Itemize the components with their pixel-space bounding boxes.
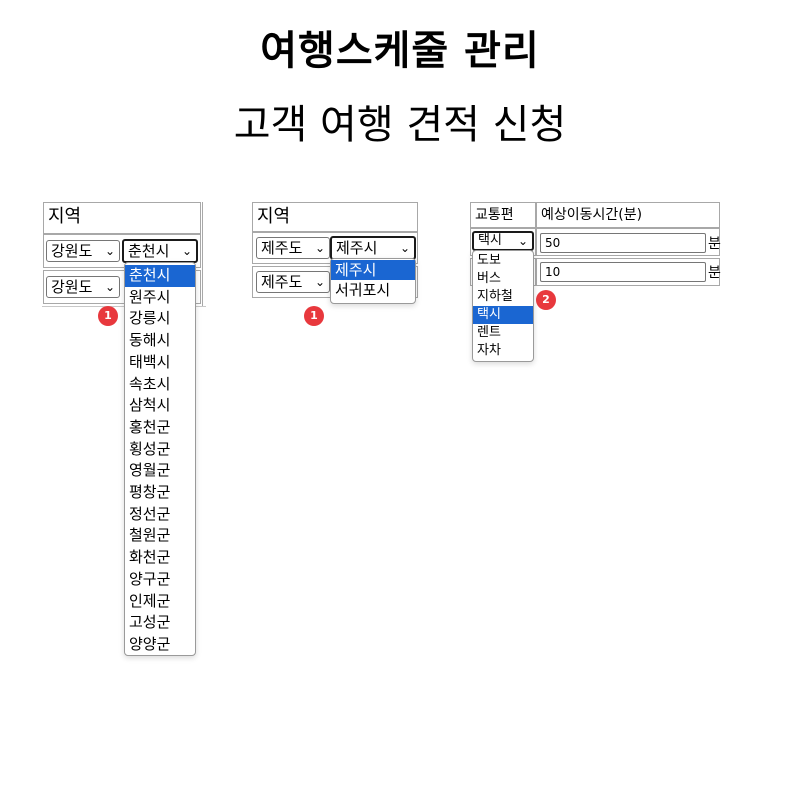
dropdown-option[interactable]: 강릉시 xyxy=(125,308,195,330)
dropdown-option[interactable]: 철원군 xyxy=(125,525,195,547)
dropdown-option[interactable]: 자차 xyxy=(473,342,533,360)
chevron-down-icon: ⌄ xyxy=(314,241,325,255)
province-select-2[interactable]: 강원도 ⌄ xyxy=(46,276,120,298)
dropdown-option[interactable]: 서귀포시 xyxy=(331,280,415,300)
province-select-value: 강원도 xyxy=(51,278,93,296)
transport-select[interactable]: 택시 ⌄ xyxy=(472,231,534,251)
dropdown-option[interactable]: 정선군 xyxy=(125,504,195,526)
dropdown-option[interactable]: 동해시 xyxy=(125,330,195,352)
city-select[interactable]: 제주시 ⌄ xyxy=(330,236,416,260)
travel-time-input[interactable]: 50 xyxy=(540,233,706,253)
step-badge: 1 xyxy=(98,306,118,326)
city-dropdown-list[interactable]: 춘천시 원주시 강릉시 동해시 태백시 속초시 삼척시 홍천군 횡성군 영월군 … xyxy=(124,262,196,656)
transport-header-cell: 교통편 xyxy=(470,202,536,228)
dropdown-option[interactable]: 원주시 xyxy=(125,287,195,309)
chevron-down-icon: ⌄ xyxy=(181,244,192,258)
time-unit-label: 분 xyxy=(708,236,721,252)
province-select-value: 강원도 xyxy=(51,242,93,260)
step-badge: 1 xyxy=(304,306,324,326)
province-select-value: 제주도 xyxy=(261,239,303,257)
dropdown-option[interactable]: 평창군 xyxy=(125,482,195,504)
city-select-value: 춘천시 xyxy=(128,242,170,260)
dropdown-option[interactable]: 고성군 xyxy=(125,612,195,634)
panel-jeju: 지역 제주도 ⌄ 제주시 ⌄ 제주도 ⌄ 1 제주시 서귀포시 xyxy=(250,200,422,326)
dropdown-option[interactable]: 춘천시 xyxy=(125,265,195,287)
chevron-down-icon: ⌄ xyxy=(314,275,325,289)
region-header-cell: 지역 xyxy=(43,202,201,234)
chevron-down-icon: ⌄ xyxy=(104,280,115,294)
dropdown-option[interactable]: 양구군 xyxy=(125,569,195,591)
chevron-down-icon: ⌄ xyxy=(517,234,528,248)
dropdown-option[interactable]: 태백시 xyxy=(125,352,195,374)
city-select[interactable]: 춘천시 ⌄ xyxy=(122,239,198,263)
page-subtitle: 고객 여행 견적 신청 xyxy=(233,102,567,148)
dropdown-option[interactable]: 홍천군 xyxy=(125,417,195,439)
dropdown-option[interactable]: 지하철 xyxy=(473,288,533,306)
dropdown-option[interactable]: 양양군 xyxy=(125,634,195,656)
dropdown-option[interactable]: 렌트 xyxy=(473,324,533,342)
province-select[interactable]: 제주도 ⌄ xyxy=(256,237,330,259)
travel-time-input-2[interactable]: 10 xyxy=(540,262,706,282)
dropdown-option[interactable]: 삼척시 xyxy=(125,395,195,417)
transport-dropdown-list[interactable]: 도보 버스 지하철 택시 렌트 자차 xyxy=(472,250,534,362)
dropdown-option[interactable]: 횡성군 xyxy=(125,439,195,461)
dropdown-option[interactable]: 버스 xyxy=(473,270,533,288)
time-header-cell: 예상이동시간(분) xyxy=(536,202,720,228)
province-select[interactable]: 강원도 ⌄ xyxy=(46,240,120,262)
transport-select-value: 택시 xyxy=(478,233,502,248)
panel-transport: 교통편 예상이동시간(분) 택시 ⌄ 50 분 10 분 2 도보 버스 지하철… xyxy=(468,200,721,370)
province-select-2[interactable]: 제주도 ⌄ xyxy=(256,271,330,293)
dropdown-option[interactable]: 도보 xyxy=(473,252,533,270)
dropdown-option[interactable]: 화천군 xyxy=(125,547,195,569)
dropdown-option[interactable]: 제주시 xyxy=(331,260,415,280)
province-select-value: 제주도 xyxy=(261,273,303,291)
page-title: 여행스케줄 관리 xyxy=(260,28,540,74)
region-header-cell: 지역 xyxy=(252,202,418,232)
dropdown-option[interactable]: 영월군 xyxy=(125,460,195,482)
step-badge: 2 xyxy=(536,290,556,310)
dropdown-option[interactable]: 택시 xyxy=(473,306,533,324)
dropdown-option[interactable]: 인제군 xyxy=(125,591,195,613)
chevron-down-icon: ⌄ xyxy=(399,241,410,255)
city-select-value: 제주시 xyxy=(336,239,378,257)
chevron-down-icon: ⌄ xyxy=(104,244,115,258)
time-unit-label: 분 xyxy=(708,265,721,281)
panel-gangwon: 지역 강원도 ⌄ 춘천시 ⌄ 강원도 ⌄ 1 춘천시 원주시 강릉시 동해시 태… xyxy=(42,200,206,664)
city-dropdown-list[interactable]: 제주시 서귀포시 xyxy=(330,258,416,304)
dropdown-option[interactable]: 속초시 xyxy=(125,374,195,396)
